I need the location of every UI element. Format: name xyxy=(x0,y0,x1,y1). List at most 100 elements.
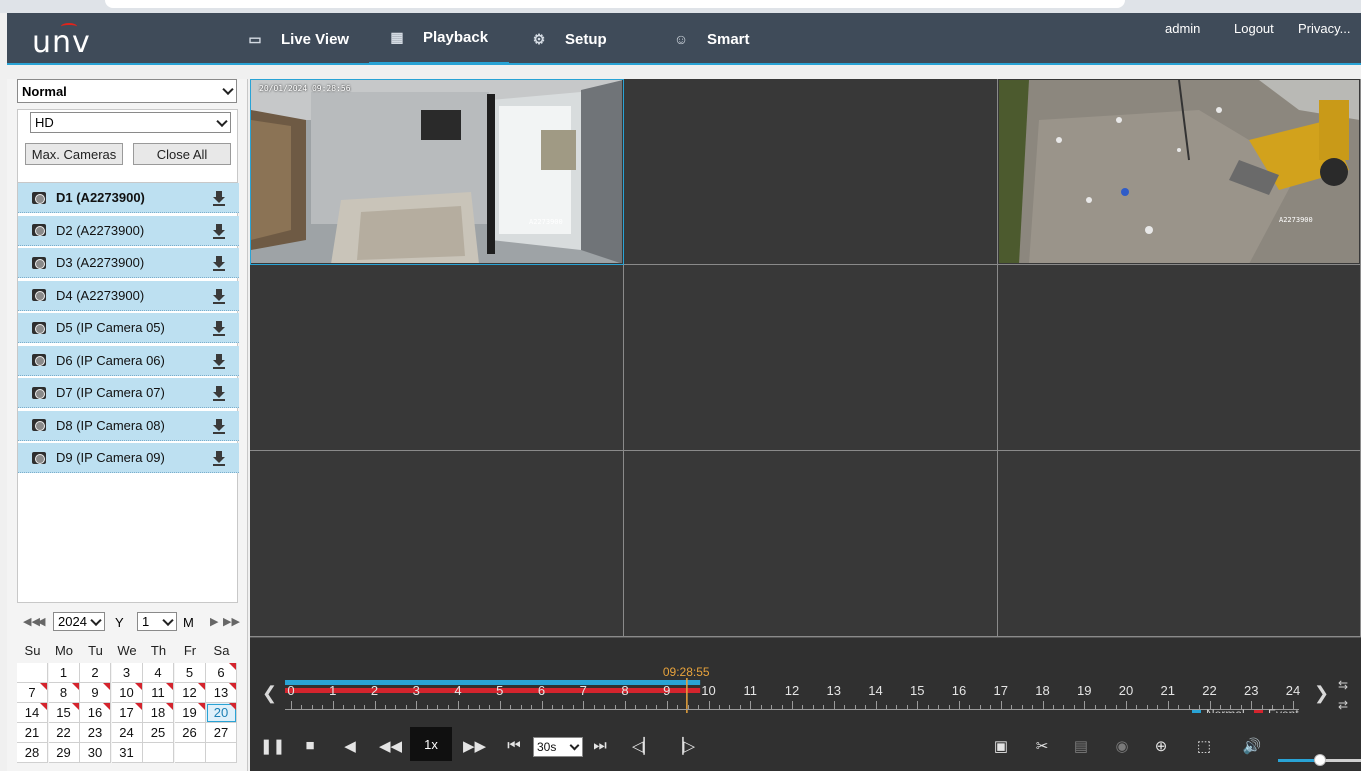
calendar-day[interactable]: 30 xyxy=(80,743,111,763)
volume-slider-knob[interactable] xyxy=(1313,754,1326,766)
nav-live-view[interactable]: ▭ Live View xyxy=(247,13,349,65)
download-icon[interactable] xyxy=(213,256,225,271)
calendar-day[interactable]: 23 xyxy=(80,723,111,743)
video-tile-5[interactable] xyxy=(624,265,998,451)
smart-person-icon: ☺ xyxy=(673,31,689,47)
calendar-day[interactable]: 1 xyxy=(48,663,80,683)
camera-list-item[interactable]: D6 (IP Camera 06) xyxy=(18,345,239,376)
timeline-zoom-in-icon[interactable]: ⇆ xyxy=(1338,678,1348,692)
calendar-day[interactable]: 13 xyxy=(206,683,237,703)
timeline-zoom-out-icon[interactable]: ⇄ xyxy=(1338,698,1348,712)
calendar-day[interactable]: 26 xyxy=(174,723,206,743)
timeline-next-icon[interactable]: ❯ xyxy=(1314,683,1329,704)
calendar-day[interactable]: 12 xyxy=(174,683,206,703)
pause-icon[interactable]: ❚❚ xyxy=(260,737,285,755)
close-all-button[interactable]: Close All xyxy=(133,143,231,165)
video-tile-8[interactable] xyxy=(624,451,998,637)
next-year-icon[interactable]: ▶▶ xyxy=(223,615,240,628)
clip-icon[interactable]: ✂ xyxy=(1032,737,1052,755)
video-tile-7[interactable] xyxy=(250,451,624,637)
camera-list-item[interactable]: D3 (A2273900) xyxy=(18,248,239,278)
video-tile-6[interactable] xyxy=(998,265,1361,451)
video-tile-3[interactable]: A2273900 xyxy=(998,79,1361,265)
speed-up-icon[interactable]: ▶▶ xyxy=(463,737,486,755)
camera-list-item[interactable]: D7 (IP Camera 07) xyxy=(18,378,239,408)
hour-label: 1 xyxy=(329,683,337,698)
stream-select[interactable]: HD xyxy=(30,112,231,133)
video-tile-1[interactable]: 20/01/2024 09:28:56 A2273900 xyxy=(250,79,624,265)
download-icon[interactable] xyxy=(213,288,225,304)
download-icon[interactable] xyxy=(213,418,225,434)
calendar-day[interactable]: 16 xyxy=(80,703,111,723)
stop-icon[interactable]: ■ xyxy=(300,737,320,754)
download-icon[interactable] xyxy=(213,223,225,239)
volume-icon[interactable]: 🔊 xyxy=(1242,737,1262,755)
calendar-day[interactable]: 27 xyxy=(206,723,237,743)
download-icon[interactable] xyxy=(213,191,225,206)
calendar-day[interactable]: 31 xyxy=(111,743,143,763)
calendar-day[interactable]: 29 xyxy=(48,743,80,763)
video-tile-4[interactable] xyxy=(250,265,624,451)
record-type-select[interactable]: Normal xyxy=(17,79,237,103)
skip-back-icon[interactable]: ⏮ xyxy=(504,737,524,754)
calendar-day[interactable]: 18 xyxy=(143,703,174,723)
reverse-play-icon[interactable]: ◀ xyxy=(340,737,360,755)
digital-zoom-icon[interactable]: ◉ xyxy=(1112,737,1132,755)
camera-list-item[interactable]: D2 (A2273900) xyxy=(18,215,239,246)
calendar-day[interactable]: 3 xyxy=(111,663,143,683)
camera-list-item[interactable]: D9 (IP Camera 09) xyxy=(18,443,239,473)
month-select[interactable]: 1 xyxy=(137,612,177,631)
calendar-day[interactable]: 8 xyxy=(48,683,80,703)
snapshot-icon[interactable]: ▣ xyxy=(991,737,1011,755)
zoom-in-icon[interactable]: ⊕ xyxy=(1151,737,1171,755)
slow-down-icon[interactable]: ◀◀ xyxy=(379,737,402,755)
playback-timeline[interactable]: 0 1 2 3 4 5 6 7 8 9 10 11 12 13 14 15 16 17 18 19 20 21 22 23 24… xyxy=(250,637,1361,714)
calendar-day[interactable]: 20 xyxy=(206,703,237,723)
calendar-day[interactable]: 6 xyxy=(206,663,237,683)
calendar-day[interactable]: 19 xyxy=(174,703,206,723)
calendar-day[interactable]: 21 xyxy=(17,723,48,743)
video-tile-2[interactable] xyxy=(624,79,998,265)
download-icon[interactable] xyxy=(213,386,225,401)
next-month-icon[interactable]: ▶ xyxy=(210,615,218,628)
calendar-day[interactable]: 28 xyxy=(17,743,48,763)
calendar-day[interactable]: 22 xyxy=(48,723,80,743)
video-tile-9[interactable] xyxy=(998,451,1361,637)
max-cameras-button[interactable]: Max. Cameras xyxy=(25,143,123,165)
camera-list-item[interactable]: D8 (IP Camera 08) xyxy=(18,410,239,441)
logout-link[interactable]: Logout xyxy=(1234,21,1274,36)
download-icon[interactable] xyxy=(213,321,225,336)
camera-list-item[interactable]: D5 (IP Camera 05) xyxy=(18,313,239,343)
prev-month-icon[interactable]: ◀ xyxy=(37,615,45,628)
calendar-day[interactable]: 10 xyxy=(111,683,143,703)
skip-interval-select[interactable]: 30s xyxy=(533,737,583,757)
region-icon[interactable]: ⬚ xyxy=(1194,737,1214,755)
camera-list-item[interactable]: D1 (A2273900) xyxy=(18,183,239,213)
calendar-day[interactable]: 4 xyxy=(143,663,174,683)
download-icon[interactable] xyxy=(213,353,225,369)
frame-forward-icon[interactable]: ▕▷ xyxy=(672,737,695,755)
calendar-day[interactable]: 15 xyxy=(48,703,80,723)
calendar-day[interactable]: 17 xyxy=(111,703,143,723)
calendar-day[interactable]: 11 xyxy=(143,683,174,703)
download-icon[interactable] xyxy=(213,451,225,466)
timeline-prev-icon[interactable]: ❮ xyxy=(262,683,277,704)
calendar-day[interactable]: 5 xyxy=(174,663,206,683)
nav-playback[interactable]: ▦ Playback xyxy=(369,13,509,65)
privacy-link[interactable]: Privacy... xyxy=(1298,21,1351,36)
year-select[interactable]: 2024 xyxy=(53,612,105,631)
calendar-day[interactable]: 9 xyxy=(80,683,111,703)
nav-setup[interactable]: ⚙ Setup xyxy=(531,13,607,65)
frame-back-icon[interactable]: ◁▏ xyxy=(632,737,655,755)
calendar-day[interactable]: 14 xyxy=(17,703,48,723)
calendar-day[interactable]: 25 xyxy=(143,723,174,743)
save-icon[interactable]: ▤ xyxy=(1071,737,1091,755)
nav-smart[interactable]: ☺ Smart xyxy=(673,13,750,65)
skip-forward-icon[interactable]: ⏭ xyxy=(590,737,610,754)
volume-slider[interactable] xyxy=(1278,754,1361,766)
calendar-day[interactable]: 2 xyxy=(80,663,111,683)
calendar-day[interactable]: 7 xyxy=(17,683,48,703)
calendar-day[interactable]: 24 xyxy=(111,723,143,743)
camera-list-item[interactable]: D4 (A2273900) xyxy=(18,280,239,311)
browser-address-bar[interactable] xyxy=(105,0,1125,8)
